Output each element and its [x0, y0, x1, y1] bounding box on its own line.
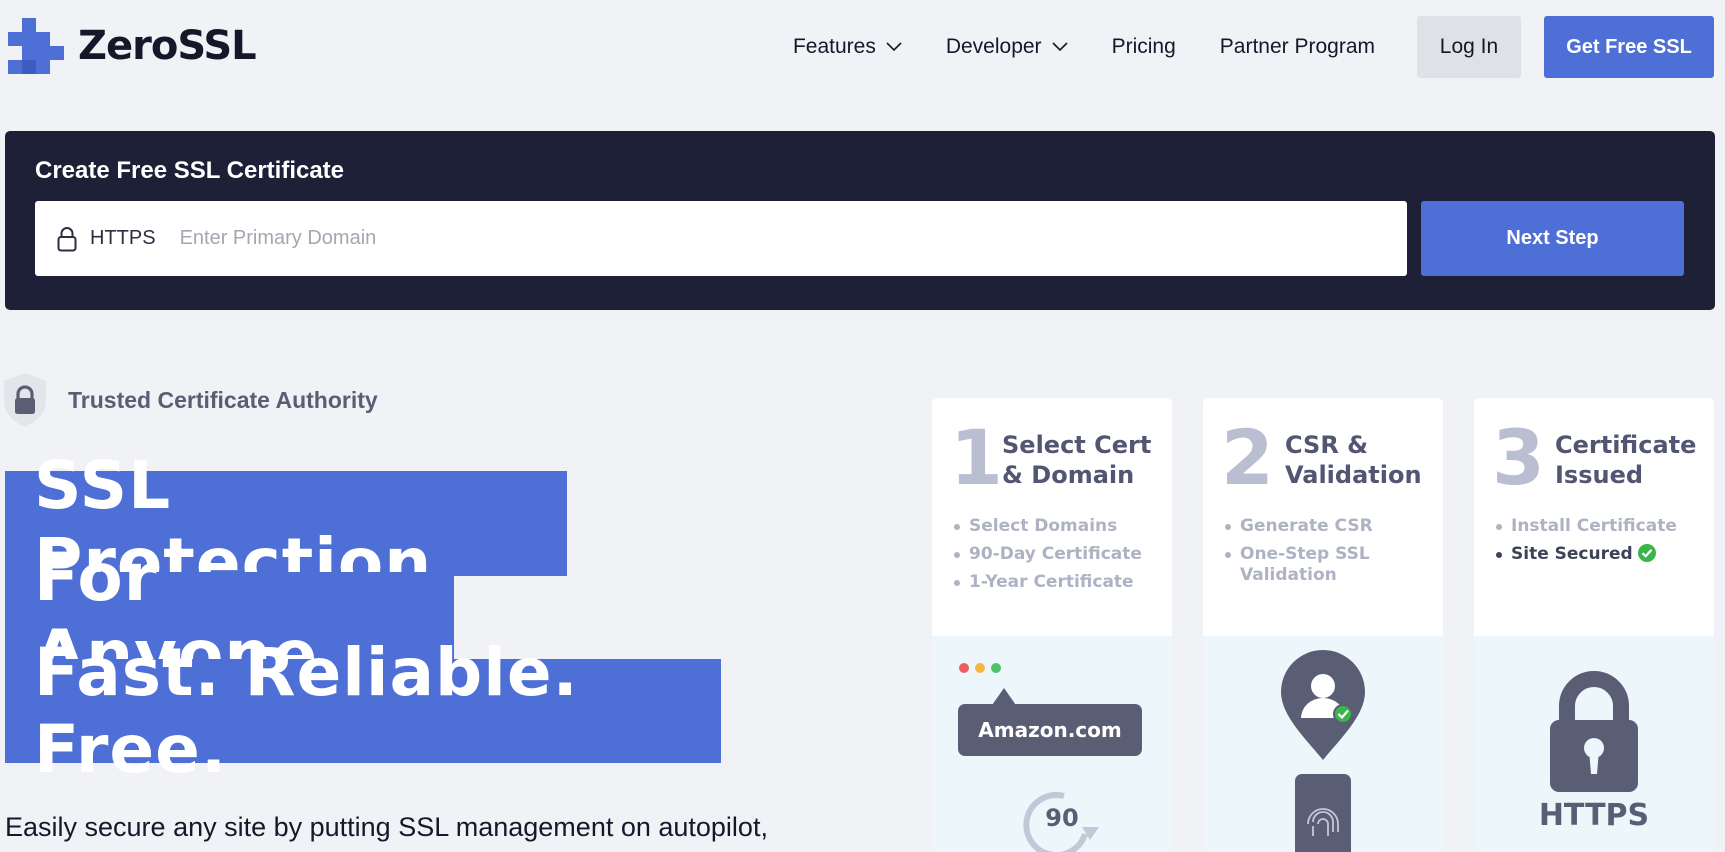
step-3-illustration: HTTPS — [1474, 636, 1714, 852]
hero-subtext: Easily secure any site by putting SSL ma… — [5, 812, 768, 842]
headline-line-3: Fast. Reliable. Free. — [5, 634, 721, 788]
https-label: HTTPS — [1538, 798, 1650, 833]
brand-logo[interactable]: ZeroSSL — [8, 18, 257, 74]
chevron-down-icon — [1051, 42, 1068, 52]
list-item: Site Secured — [1496, 543, 1691, 565]
chevron-down-icon — [886, 42, 902, 52]
step-number: 2 — [1221, 413, 1274, 502]
nav-developer-label: Developer — [945, 35, 1042, 58]
step-title: CSR & Validation — [1285, 431, 1422, 489]
user-verified-pin-icon — [1281, 650, 1365, 852]
site-label: Amazon.com — [978, 718, 1122, 742]
step-1-illustration: Amazon.com 90 — [932, 636, 1172, 852]
step-list: Select Domains 90-Day Certificate 1-Year… — [954, 516, 1149, 600]
next-step-button[interactable]: Next Step — [1421, 201, 1684, 276]
nav-developer[interactable]: Developer — [946, 35, 1068, 59]
nav-partner-program[interactable]: Partner Program — [1220, 35, 1375, 59]
primary-domain-input[interactable] — [179, 227, 1180, 250]
site-header: ZeroSSL Features Developer Pricing Partn… — [0, 0, 1725, 96]
step-card-1: Amazon.com 90 1 Select Cert & Domain Sel… — [932, 398, 1172, 852]
create-certificate-panel: Create Free SSL Certificate HTTPS Next S… — [5, 131, 1715, 310]
step-2-illustration — [1203, 636, 1443, 852]
step-title: Select Cert & Domain — [1002, 431, 1152, 489]
nav-pricing[interactable]: Pricing — [1112, 35, 1176, 59]
step-number: 1 — [950, 413, 1003, 502]
site-secured-label: Site Secured — [1511, 544, 1633, 564]
login-button[interactable]: Log In — [1417, 16, 1521, 78]
create-title: Create Free SSL Certificate — [35, 157, 345, 184]
trusted-badge: Trusted Certificate Authority — [2, 372, 378, 428]
shield-lock-icon — [4, 373, 46, 427]
check-circle-icon — [1637, 543, 1656, 562]
step-list: Install Certificate Site Secured — [1496, 516, 1691, 572]
nav-features[interactable]: Features — [793, 35, 902, 59]
step-card-2: 2 CSR & Validation Generate CSR One-Step… — [1203, 398, 1443, 852]
list-item: 90-Day Certificate — [954, 544, 1149, 565]
nav-pricing-label: Pricing — [1111, 35, 1176, 58]
step-number: 3 — [1492, 413, 1545, 502]
lock-icon — [57, 226, 77, 251]
list-item: Generate CSR — [1225, 516, 1420, 537]
main-nav: Features Developer Pricing Partner Progr… — [793, 16, 1725, 78]
https-prefix: HTTPS — [90, 227, 156, 249]
list-item: 1-Year Certificate — [954, 572, 1149, 593]
list-item: Install Certificate — [1496, 516, 1691, 537]
trusted-label: Trusted Certificate Authority — [68, 386, 378, 413]
step-title: Certificate Issued — [1555, 431, 1697, 489]
get-free-ssl-button[interactable]: Get Free SSL — [1544, 16, 1714, 78]
validity-days: 90 — [1045, 804, 1079, 832]
zerossl-logo-icon — [8, 18, 64, 74]
step-card-3: HTTPS 3 Certificate Issued Install Certi… — [1474, 398, 1714, 852]
list-item: Select Domains — [954, 516, 1149, 537]
step-list: Generate CSR One-Step SSL Validation — [1225, 516, 1420, 593]
brand-name: ZeroSSL — [78, 23, 257, 69]
list-item: One-Step SSL Validation — [1225, 544, 1420, 586]
nav-features-label: Features — [792, 35, 876, 58]
domain-input-box[interactable]: HTTPS — [35, 201, 1407, 276]
nav-partner-program-label: Partner Program — [1219, 35, 1375, 58]
